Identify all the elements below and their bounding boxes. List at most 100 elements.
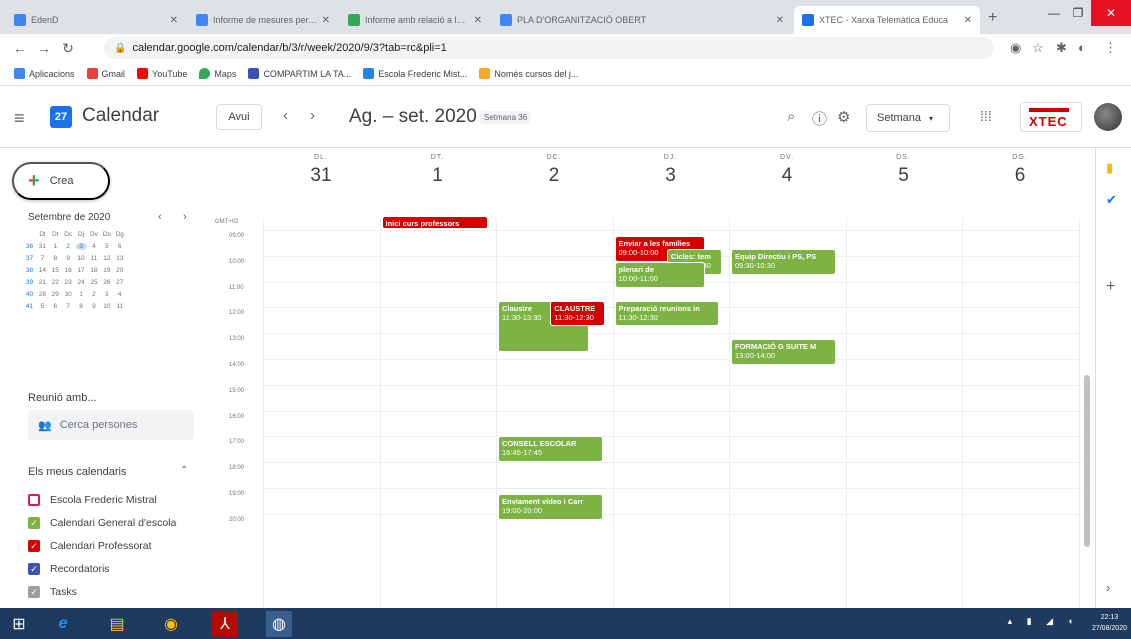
mini-calendar-day[interactable]: 25 — [88, 279, 99, 286]
mini-calendar-day[interactable]: 1 — [76, 291, 87, 298]
mini-calendar-day[interactable]: 4 — [88, 243, 99, 250]
mini-calendar-day[interactable]: 3 — [101, 291, 112, 298]
xtec-logo[interactable]: XTEC — [1020, 102, 1082, 132]
tab-close-icon[interactable]: ✕ — [322, 15, 330, 26]
day-number[interactable]: 6 — [962, 165, 1078, 187]
bookmark-gmail[interactable]: Gmail — [86, 68, 125, 79]
user-avatar[interactable] — [1094, 103, 1122, 131]
system-tray[interactable]: ▴ ▮ ◢ ◖ — [1008, 616, 1079, 627]
hamburger-menu-icon[interactable]: ≡ — [14, 108, 25, 129]
grid-scrollbar[interactable] — [1084, 375, 1090, 547]
url-input[interactable]: 🔒 calendar.google.com/calendar/b/3/r/wee… — [104, 37, 994, 59]
mini-calendar-day[interactable]: 8 — [50, 255, 61, 262]
bookmark-cursos[interactable]: Només cursos del j... — [479, 68, 578, 79]
forward-arrow-icon[interactable]: → — [32, 40, 56, 56]
windows-start-icon[interactable]: ⊞ — [6, 611, 32, 637]
bookmark-apps[interactable]: Aplicacions — [14, 68, 75, 79]
mini-calendar-day[interactable]: 2 — [63, 243, 74, 250]
calendar-logo-icon[interactable]: 27 — [50, 106, 72, 128]
tab-close-icon[interactable]: ✕ — [474, 15, 482, 26]
star-icon[interactable]: ☆ — [1032, 40, 1044, 56]
mini-calendar-day[interactable]: 6 — [50, 303, 61, 310]
extension-icon[interactable]: ◉ — [1010, 40, 1021, 56]
previous-week-chevron-icon[interactable]: ‹ — [283, 107, 288, 124]
mini-calendar-day[interactable]: 13 — [114, 255, 125, 262]
day-number[interactable]: 31 — [263, 165, 379, 187]
tab-close-icon[interactable]: ✕ — [776, 15, 784, 26]
taskbar-clock[interactable]: 22:13 27/08/2020 — [1092, 612, 1127, 634]
mini-prev-month-chevron-icon[interactable]: ‹ — [158, 211, 162, 223]
puzzle-icon[interactable]: ✱ — [1056, 40, 1067, 56]
mini-calendar-day[interactable]: 26 — [101, 279, 112, 286]
bookmark-escola[interactable]: Escola Frederic Mist... — [363, 68, 467, 79]
mini-calendar-week-number[interactable]: 41 — [24, 303, 35, 310]
browser-tab-active[interactable]: XTEC - Xarxa Telemàtica Educa ✕ — [794, 6, 980, 34]
acrobat-icon[interactable]: ⅄ — [212, 611, 238, 637]
tab-close-icon[interactable]: ✕ — [170, 15, 178, 26]
calendar-event[interactable]: FORMACIÓ G SUITE M 13:00-14:00 — [731, 339, 836, 365]
mini-next-month-chevron-icon[interactable]: › — [183, 211, 187, 223]
mini-calendar-day[interactable]: 11 — [114, 303, 125, 310]
mini-calendar-day[interactable]: 27 — [114, 279, 125, 286]
calendar-event[interactable]: plenari de 10:00-11:00 — [614, 261, 706, 288]
mini-calendar-day[interactable]: 7 — [63, 303, 74, 310]
all-day-event[interactable]: Inici curs professors — [381, 216, 488, 229]
today-button[interactable]: Avui — [216, 104, 262, 130]
view-selector-dropdown[interactable]: Setmana ▾ — [866, 104, 950, 132]
my-calendars-title[interactable]: Els meus calendaris — [28, 466, 126, 478]
mini-calendar-day[interactable]: 18 — [88, 267, 99, 274]
expand-panel-chevron-icon[interactable]: › — [1106, 580, 1110, 595]
day-number[interactable]: 3 — [613, 165, 729, 187]
chrome-icon[interactable]: ◉ — [158, 611, 184, 637]
calendar-checkbox[interactable]: ✓ — [28, 517, 40, 529]
mini-calendar-day[interactable]: 29 — [50, 291, 61, 298]
search-people-input[interactable]: 👥 Cerca persones — [28, 410, 194, 440]
day-number[interactable]: 5 — [846, 165, 962, 187]
mini-calendar-week-number[interactable]: 38 — [24, 267, 35, 274]
mini-calendar-day[interactable]: 19 — [101, 267, 112, 274]
day-header[interactable]: DV. 4 — [729, 154, 845, 187]
day-header[interactable]: DT. 1 — [380, 154, 496, 187]
google-apps-icon[interactable]: ⁞⁞⁞ — [980, 108, 992, 124]
calendar-event[interactable]: Preparació reunions in 11:30-12:30 — [614, 300, 720, 327]
tasks-check-icon[interactable]: ✔ — [1106, 192, 1117, 208]
mini-calendar-day[interactable]: 4 — [114, 291, 125, 298]
mini-calendar-day[interactable]: 10 — [76, 255, 87, 262]
mini-calendar-day[interactable]: 16 — [63, 267, 74, 274]
day-header[interactable]: DG. 6 — [962, 154, 1078, 187]
day-header[interactable]: DJ. 3 — [613, 154, 729, 187]
calendar-event[interactable]: CLAUSTRE 11:30-12:30 — [550, 300, 606, 327]
mini-calendar-day[interactable]: 30 — [63, 291, 74, 298]
mini-calendar-day[interactable]: 22 — [50, 279, 61, 286]
browser-tab[interactable]: EdenD ✕ — [6, 6, 186, 34]
calendar-checkbox[interactable] — [28, 494, 40, 506]
mini-calendar-day[interactable]: 20 — [114, 267, 125, 274]
mini-calendar-week-number[interactable]: 40 — [24, 291, 35, 298]
calendar-checkbox[interactable]: ✓ — [28, 586, 40, 598]
calendar-event[interactable]: Equip Directiu i PS, PS 09:30-10:30 — [731, 248, 836, 275]
mini-calendar-week-number[interactable]: 37 — [24, 255, 35, 262]
mini-calendar-day[interactable]: 21 — [37, 279, 48, 286]
profile-icon[interactable]: ◐ — [1078, 40, 1086, 55]
day-number[interactable]: 4 — [729, 165, 845, 187]
internet-explorer-icon[interactable]: e — [50, 611, 76, 637]
bookmark-compartim[interactable]: COMPARTIM LA TA... — [248, 68, 351, 79]
more-menu-icon[interactable]: ⋮ — [1104, 40, 1117, 56]
help-icon[interactable]: ⓘ — [812, 108, 827, 129]
mini-calendar-day[interactable]: 28 — [37, 291, 48, 298]
mini-calendar-day[interactable]: 6 — [114, 243, 125, 250]
mini-calendar-day[interactable]: 7 — [37, 255, 48, 262]
active-app-icon[interactable]: ◍ — [266, 611, 292, 637]
mini-calendar-day[interactable]: 5 — [101, 243, 112, 250]
calendar-item-tasks[interactable]: ✓ Tasks — [28, 586, 77, 598]
close-window-icon[interactable]: ✕ — [1091, 0, 1131, 26]
day-number[interactable]: 1 — [380, 165, 496, 187]
mini-calendar-day[interactable]: 1 — [50, 243, 61, 250]
chevron-up-icon[interactable]: ⌃ — [180, 465, 188, 476]
mini-calendar-day[interactable]: 17 — [76, 267, 87, 274]
mini-calendar-day[interactable]: 31 — [37, 243, 48, 250]
day-number[interactable]: 2 — [496, 165, 612, 187]
mini-calendar-day[interactable]: 2 — [88, 291, 99, 298]
search-icon[interactable]: ⌕ — [787, 108, 795, 125]
calendar-item-professorat[interactable]: ✓ Calendari Professorat — [28, 540, 152, 552]
